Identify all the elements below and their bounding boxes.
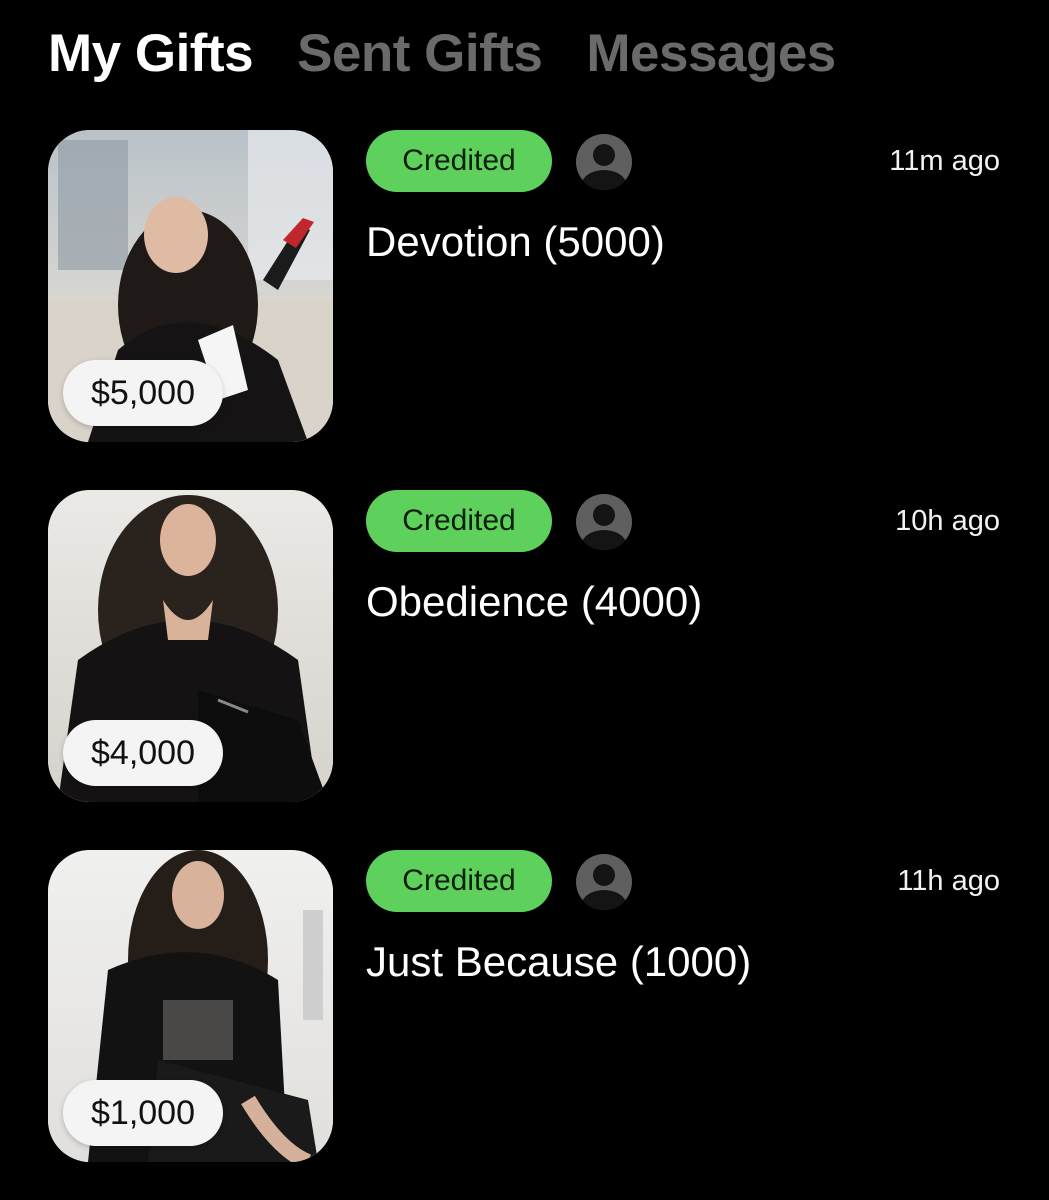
timestamp: 11m ago bbox=[889, 145, 1000, 177]
gift-list-item[interactable]: $4,000 Credited 10h ago Obedience (4000) bbox=[48, 490, 1008, 802]
status-badge: Credited bbox=[366, 130, 552, 192]
gift-name: Obedience (4000) bbox=[366, 578, 703, 625]
user-silhouette-icon[interactable] bbox=[576, 134, 632, 190]
gift-photo[interactable]: $1,000 bbox=[48, 850, 333, 1162]
price-pill: $4,000 bbox=[63, 720, 223, 786]
price-pill: $1,000 bbox=[63, 1080, 223, 1146]
timestamp: 10h ago bbox=[895, 505, 1000, 537]
tab-messages[interactable]: Messages bbox=[586, 22, 836, 86]
status-badge: Credited bbox=[366, 850, 552, 912]
gift-photo[interactable]: $4,000 bbox=[48, 490, 333, 802]
gift-name: Just Because (1000) bbox=[366, 938, 752, 985]
price-pill: $5,000 bbox=[63, 360, 223, 426]
tab-my-gifts[interactable]: My Gifts bbox=[48, 22, 254, 86]
tab-bar: My Gifts Sent Gifts Messages bbox=[48, 22, 836, 86]
status-badge: Credited bbox=[366, 490, 552, 552]
tab-sent-gifts[interactable]: Sent Gifts bbox=[297, 22, 543, 86]
gift-photo[interactable]: $5,000 bbox=[48, 130, 333, 442]
gift-list-item[interactable]: $1,000 Credited 11h ago Just Because (10… bbox=[48, 850, 1008, 1162]
gift-name: Devotion (5000) bbox=[366, 218, 665, 265]
gift-list-item[interactable]: $5,000 Credited 11m ago Devotion (5000) bbox=[48, 130, 1008, 442]
user-silhouette-icon[interactable] bbox=[576, 494, 632, 550]
timestamp: 11h ago bbox=[897, 865, 1000, 897]
user-silhouette-icon[interactable] bbox=[576, 854, 632, 910]
